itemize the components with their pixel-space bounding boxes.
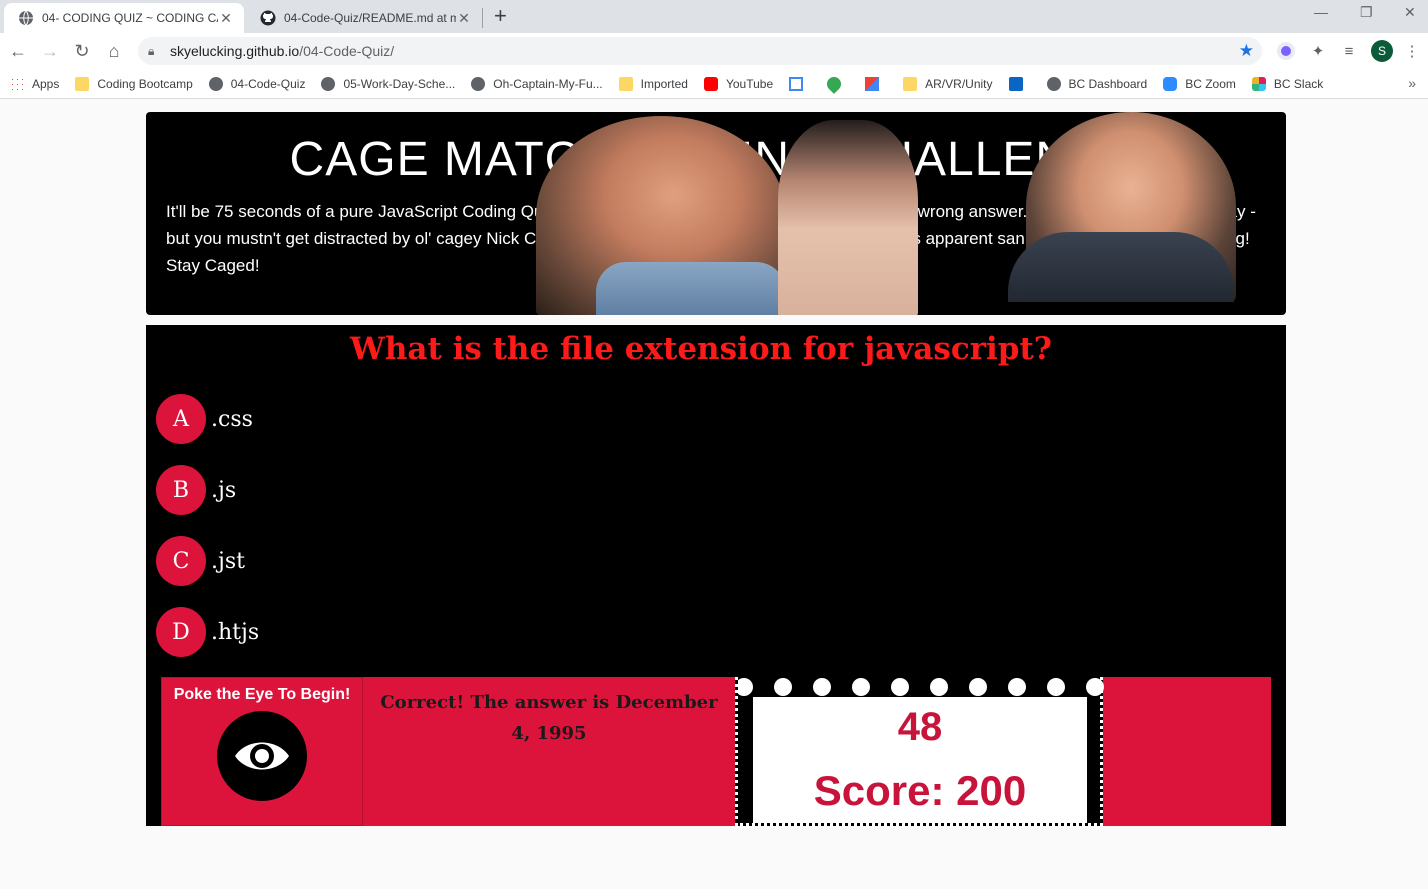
maps-icon: [824, 73, 845, 94]
tab-title: 04- CODING QUIZ ~ CODING CAGE MATCH: [42, 11, 218, 25]
bookmark-calendar[interactable]: [789, 76, 811, 91]
minimize-icon[interactable]: —: [1314, 4, 1328, 20]
eye-icon: [235, 742, 289, 770]
cage-photo-2: [778, 120, 918, 315]
cage-photo-1-shirt: [596, 262, 786, 315]
answer-text: .htjs: [211, 619, 260, 645]
start-button[interactable]: [217, 711, 307, 801]
restore-icon[interactable]: ❐: [1360, 4, 1373, 21]
globe-icon: [208, 76, 223, 91]
answer-text: .jst: [211, 548, 245, 574]
start-label: Poke the Eye To Begin!: [173, 686, 351, 703]
bookmark-bc-zoom[interactable]: BC Zoom: [1163, 76, 1236, 91]
bookmark-05-work-day[interactable]: 05-Work-Day-Sche...: [321, 76, 455, 91]
bookmark-bc-slack[interactable]: BC Slack: [1251, 76, 1323, 91]
tab-coding-quiz[interactable]: 04- CODING QUIZ ~ CODING CAGE MATCH ✕: [4, 3, 244, 33]
tab-strip: 04- CODING QUIZ ~ CODING CAGE MATCH ✕ 04…: [0, 0, 1428, 33]
tab-close-icon[interactable]: ✕: [456, 10, 472, 27]
answer-feedback: Correct! The answer is December 4, 1995: [380, 692, 718, 744]
url-host: skyelucking.github.io: [170, 43, 300, 59]
extensions-puzzle-icon[interactable]: ✦: [1308, 41, 1328, 61]
globe-icon: [321, 76, 336, 91]
page-content: CAGE MATCH CODING CHALLENGE It'll be 75 …: [0, 100, 1428, 889]
tab-separator: [482, 8, 483, 28]
github-icon: [260, 10, 276, 26]
new-tab-button[interactable]: +: [494, 4, 507, 28]
address-bar[interactable]: 🔒︎ skyelucking.github.io/04-Code-Quiz/ ★: [138, 37, 1262, 65]
window-close-icon[interactable]: ✕: [1404, 4, 1416, 21]
bookmark-imported[interactable]: Imported: [618, 76, 688, 91]
apps-grid-icon: [10, 76, 24, 91]
answer-a[interactable]: A .css: [156, 394, 253, 444]
slack-icon: [1251, 76, 1266, 91]
bookmarks-overflow-icon[interactable]: »: [1408, 75, 1416, 91]
browser-toolbar: ← → ↻ ⌂ 🔒︎ skyelucking.github.io/04-Code…: [0, 33, 1428, 69]
forward-arrow-icon[interactable]: →: [38, 39, 62, 63]
back-arrow-icon[interactable]: ←: [6, 39, 30, 63]
extension-snowflake-icon[interactable]: [1276, 41, 1296, 61]
bookmark-ar-vr-unity[interactable]: AR/VR/Unity: [903, 76, 993, 91]
answer-text: .css: [211, 406, 253, 432]
tab-title: 04-Code-Quiz/README.md at main: [284, 11, 456, 25]
bookmark-04-code-quiz[interactable]: 04-Code-Quiz: [208, 76, 305, 91]
url-path: /04-Code-Quiz/: [299, 43, 395, 59]
folder-icon: [903, 76, 918, 91]
folder-icon: [75, 76, 90, 91]
quiz-footer: Poke the Eye To Begin! Correct! The answ…: [161, 677, 1271, 826]
youtube-icon: [703, 76, 718, 91]
answer-text: .js: [211, 477, 237, 503]
bookmark-linkedin[interactable]: [1008, 76, 1031, 91]
globe-icon: [471, 76, 486, 91]
bookmark-gmail[interactable]: [865, 76, 887, 91]
bookmark-bc-dashboard[interactable]: BC Dashboard: [1046, 76, 1147, 91]
media-queue-icon[interactable]: ≡: [1339, 41, 1359, 61]
start-panel: Poke the Eye To Begin!: [161, 677, 363, 826]
linkedin-icon: [1008, 76, 1023, 91]
reload-icon[interactable]: ↻: [70, 39, 94, 63]
profile-avatar[interactable]: S: [1371, 40, 1393, 62]
calendar-icon: [789, 76, 804, 91]
tab-close-icon[interactable]: ✕: [218, 10, 234, 27]
answer-letter: A: [156, 394, 206, 444]
cage-photo-3-suit: [1008, 232, 1234, 302]
bookmarks-bar: Apps Coding Bootcamp 04-Code-Quiz 05-Wor…: [0, 69, 1428, 99]
answer-c[interactable]: C .jst: [156, 536, 245, 586]
bookmark-star-icon[interactable]: ★: [1239, 41, 1254, 61]
globe-icon: [19, 10, 33, 26]
score-display: Score: 200: [813, 767, 1027, 814]
timer-display: 48: [897, 705, 943, 749]
zoom-icon: [1163, 76, 1178, 91]
bookmark-coding-bootcamp[interactable]: Coding Bootcamp: [75, 76, 193, 91]
bookmark-youtube[interactable]: YouTube: [703, 76, 773, 91]
tab-readme[interactable]: 04-Code-Quiz/README.md at main ✕: [246, 3, 482, 33]
answer-letter: D: [156, 607, 206, 657]
menu-dots-icon[interactable]: ⋮: [1402, 41, 1422, 61]
answer-b[interactable]: B .js: [156, 465, 236, 515]
answer-letter: C: [156, 536, 206, 586]
gmail-icon: [865, 76, 880, 91]
answer-letter: B: [156, 465, 206, 515]
score-ticket: 48 Score: 200: [735, 677, 1104, 826]
bookmark-apps[interactable]: Apps: [10, 76, 59, 91]
bookmark-oh-captain[interactable]: Oh-Captain-My-Fu...: [471, 76, 603, 91]
answer-d[interactable]: D .htjs: [156, 607, 259, 657]
header-banner: CAGE MATCH CODING CHALLENGE It'll be 75 …: [146, 112, 1286, 315]
question-text: What is the file extension for javascrip…: [350, 331, 1052, 367]
folder-icon: [618, 76, 633, 91]
bookmark-maps[interactable]: [824, 73, 849, 94]
home-icon[interactable]: ⌂: [102, 39, 126, 63]
globe-icon: [1046, 76, 1061, 91]
lock-icon: 🔒︎: [148, 43, 155, 58]
ticket-dots: [738, 678, 1104, 696]
ticket-card: 48 Score: 200: [753, 697, 1087, 823]
